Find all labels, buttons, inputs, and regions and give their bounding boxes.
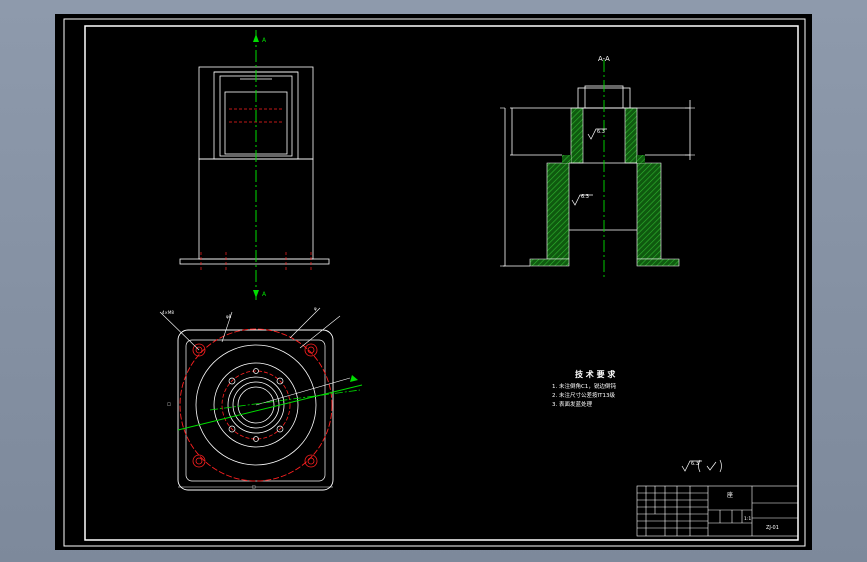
tech-line-2: 2. 未注尺寸公差按IT13级	[552, 391, 615, 399]
top-view	[177, 328, 334, 491]
title-scale: 1:1	[744, 516, 751, 522]
svg-text:A: A	[262, 291, 267, 298]
svg-text:□: □	[166, 402, 171, 406]
section-view	[500, 85, 695, 267]
front-view	[179, 66, 330, 265]
title-part-name: 座	[727, 491, 733, 499]
svg-text:φ: φ	[314, 306, 317, 311]
tech-line-1: 1. 未注倒角C1，锐边倒钝	[552, 382, 616, 390]
cad-viewport[interactable]: A A A-A 6.3 6.3 4×M8 φ8 φ □ □ 技 术 要 求 1.…	[55, 14, 812, 550]
roughness-upper-value: 6.3	[597, 129, 605, 135]
section-label: A-A	[598, 55, 610, 63]
svg-text:φ8: φ8	[226, 314, 232, 319]
engineering-drawing: A A A-A 6.3 6.3 4×M8 φ8 φ □ □ 技 术 要 求 1.…	[63, 18, 806, 547]
default-roughness-value: 6.3	[691, 461, 699, 467]
top-view-leaders	[159, 307, 351, 406]
title-drawing-no: ZJ-01	[766, 525, 779, 531]
svg-text:A: A	[262, 37, 267, 44]
svg-text:□: □	[252, 484, 256, 489]
roughness-lower-value: 6.3	[581, 194, 589, 200]
tech-line-3: 3. 表面发蓝处理	[552, 400, 592, 408]
svg-text:4×M8: 4×M8	[162, 310, 174, 315]
tech-title: 技 术 要 求	[575, 369, 616, 379]
default-roughness-symbol	[681, 459, 722, 473]
section-arrows: A A	[253, 34, 267, 298]
top-view-centerlines	[177, 375, 363, 431]
